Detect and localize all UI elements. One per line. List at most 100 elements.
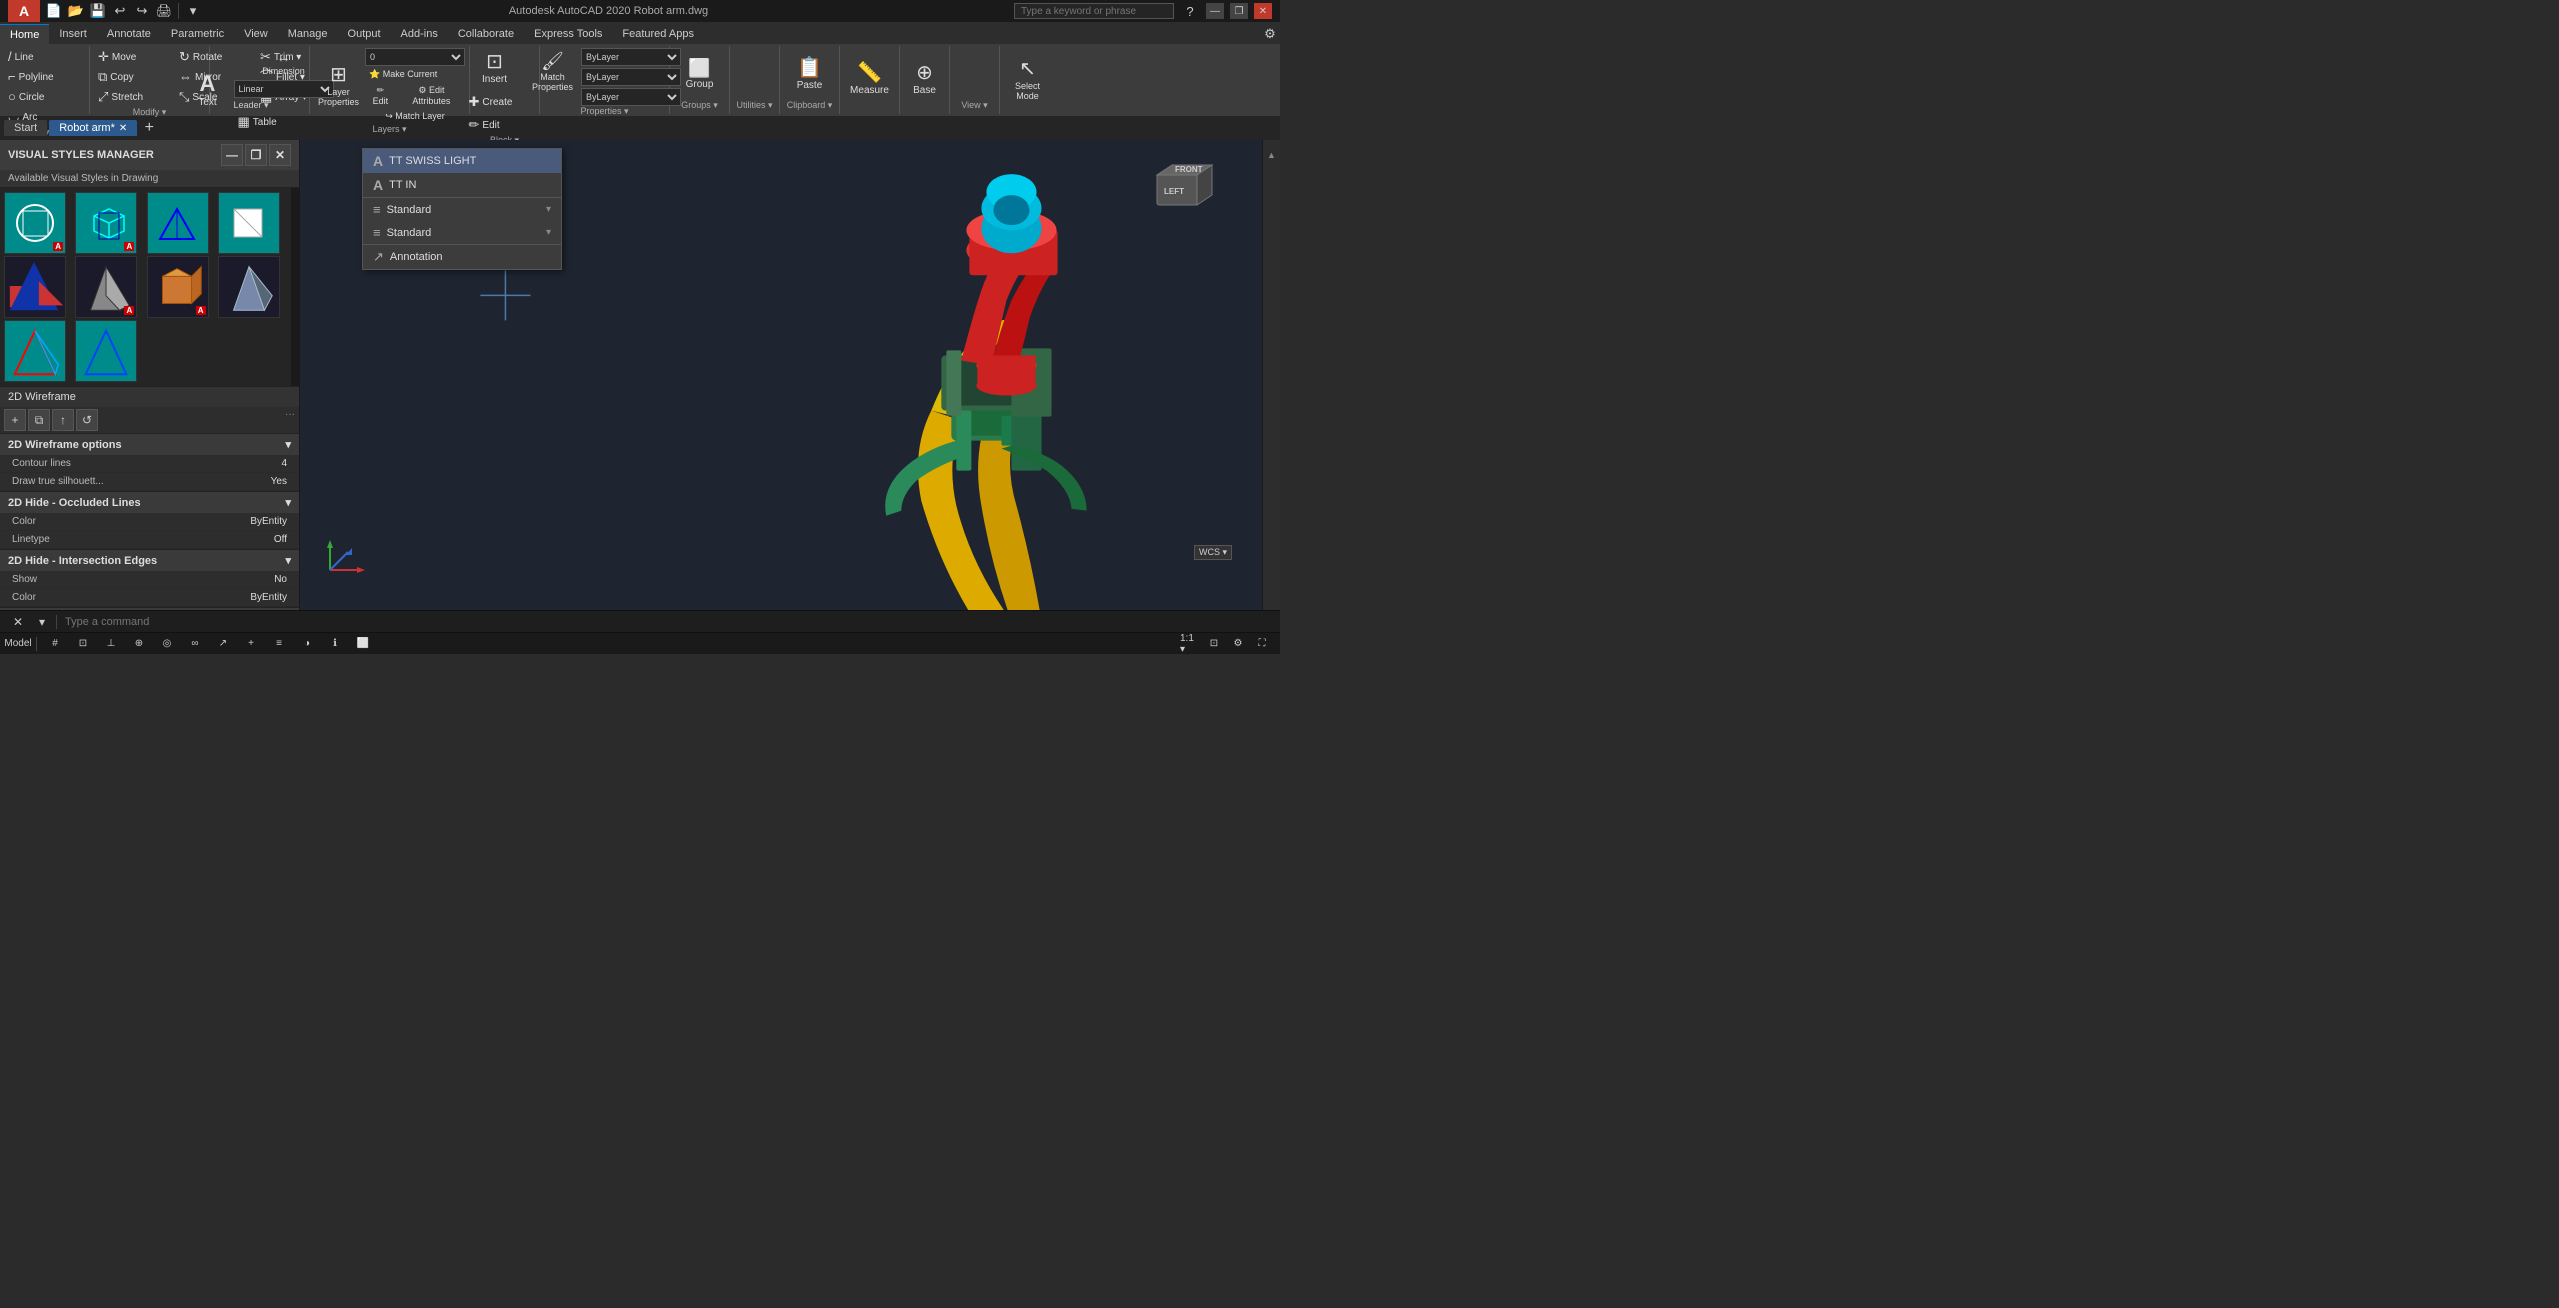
- match-properties-button[interactable]: 🖌 MatchProperties: [528, 48, 577, 96]
- close-tab-icon[interactable]: ✕: [119, 123, 127, 134]
- plot-button[interactable]: 🖨: [154, 1, 174, 21]
- dropdown-item-standard1[interactable]: ≡ Standard ▾: [363, 198, 561, 221]
- command-input[interactable]: [61, 612, 1272, 632]
- dynmode-button[interactable]: +: [241, 634, 261, 654]
- tab-robotarm[interactable]: Robot arm* ✕: [49, 120, 137, 136]
- customization-button[interactable]: ▾: [183, 1, 203, 21]
- vsm-cell-gray[interactable]: A: [147, 256, 209, 318]
- move-button[interactable]: ✛Move: [94, 48, 174, 67]
- layer-properties-button[interactable]: ⊞ LayerProperties: [314, 61, 363, 111]
- vsm-duplicate-btn[interactable]: ⧉: [28, 409, 50, 431]
- workspace-button[interactable]: ⚙: [1260, 24, 1280, 44]
- selection-button[interactable]: ⬜: [353, 634, 373, 654]
- tab-start[interactable]: Start: [4, 120, 47, 136]
- viewport-scale-button[interactable]: ⊡: [1204, 634, 1224, 654]
- tab-annotate[interactable]: Annotate: [97, 24, 161, 44]
- tab-addins[interactable]: Add-ins: [391, 24, 448, 44]
- section-header-4[interactable]: 2D Hide - Miscellaneous ▾: [0, 608, 299, 610]
- wcs-badge[interactable]: WCS ▾: [1194, 545, 1232, 560]
- tab-collaborate[interactable]: Collaborate: [448, 24, 524, 44]
- vsm-cell-shaded-edges[interactable]: A: [75, 256, 137, 318]
- color-select[interactable]: ByLayer: [581, 48, 681, 66]
- match-layer-button[interactable]: ↪ Match Layer: [365, 109, 465, 124]
- circle-button[interactable]: ○Circle: [4, 88, 84, 107]
- help-button[interactable]: ?: [1180, 1, 1200, 21]
- save-button[interactable]: 💾: [88, 1, 108, 21]
- vsm-cell-3dwireframe[interactable]: A: [75, 192, 137, 254]
- restore-button[interactable]: ❐: [1230, 3, 1248, 19]
- polyline-button[interactable]: ⌐Polyline: [4, 68, 84, 87]
- vsm-export-btn[interactable]: ↑: [52, 409, 74, 431]
- insert-button[interactable]: ⊡ Insert: [465, 48, 525, 89]
- tab-insert[interactable]: Insert: [49, 24, 97, 44]
- dropdown-item-annotation[interactable]: ↗ Annotation: [363, 245, 561, 269]
- undo-button[interactable]: ↩: [110, 1, 130, 21]
- fullscreen-button[interactable]: ⛶: [1252, 634, 1272, 654]
- dropdown-item-ttswiss[interactable]: A TT SWISS LIGHT: [363, 149, 561, 173]
- vsm-cell-realistic[interactable]: [75, 320, 137, 382]
- redo-button[interactable]: ↪: [132, 1, 152, 21]
- vsm-cell-2dwireframe[interactable]: A: [4, 192, 66, 254]
- new-button[interactable]: 📄: [44, 1, 64, 21]
- minimize-button[interactable]: —: [1206, 3, 1224, 19]
- polar-button[interactable]: ⊕: [129, 634, 149, 654]
- vsm-create-btn[interactable]: +: [4, 409, 26, 431]
- section-header-2[interactable]: 2D Hide - Occluded Lines ▾: [0, 492, 299, 513]
- vsm-restore-button[interactable]: ❐: [245, 144, 267, 166]
- viewcube[interactable]: LEFT FRONT: [1152, 160, 1232, 220]
- base-button[interactable]: ⊕ Base: [903, 59, 947, 100]
- make-current-button[interactable]: ⭐ Make Current: [365, 67, 441, 82]
- annotation-scale-button[interactable]: 1:1 ▾: [1180, 634, 1200, 654]
- edit-attributes-button[interactable]: ⚙ Edit Attributes: [398, 83, 465, 108]
- layer-select[interactable]: 0: [365, 48, 465, 66]
- new-tab-button[interactable]: +: [139, 118, 159, 138]
- search-input[interactable]: [1014, 3, 1174, 19]
- text-button[interactable]: A Text: [186, 69, 230, 112]
- ws-toggle-button[interactable]: ⚙: [1228, 634, 1248, 654]
- vsm-cell-shaded[interactable]: [4, 256, 66, 318]
- tab-output[interactable]: Output: [338, 24, 391, 44]
- tab-parametric[interactable]: Parametric: [161, 24, 234, 44]
- dropdown-item-standard2[interactable]: ≡ Standard ▾: [363, 221, 561, 244]
- close-button[interactable]: ✕: [1254, 3, 1272, 19]
- group-button[interactable]: ⬜ Group: [678, 55, 722, 94]
- dropdown-item-ttin[interactable]: A TT IN: [363, 173, 561, 197]
- lineweight-button[interactable]: ≡: [269, 634, 289, 654]
- line-button[interactable]: /Line: [4, 48, 84, 67]
- vsm-refresh-btn[interactable]: ↺: [76, 409, 98, 431]
- vsm-cell-3dhidden[interactable]: [147, 192, 209, 254]
- select-mode-button[interactable]: ↖ SelectMode: [1006, 55, 1050, 105]
- ducs-button[interactable]: ↗: [213, 634, 233, 654]
- otrack-button[interactable]: ∞: [185, 634, 205, 654]
- vsm-cell-conceptual[interactable]: [218, 192, 280, 254]
- stretch-button[interactable]: ⤢Stretch: [94, 88, 174, 107]
- tab-express[interactable]: Express Tools: [524, 24, 612, 44]
- vsm-cell-xray[interactable]: [4, 320, 66, 382]
- snap-button[interactable]: ⊡: [73, 634, 93, 654]
- model-space-button[interactable]: Model: [8, 634, 28, 654]
- vsm-close-button[interactable]: ✕: [269, 144, 291, 166]
- vsm-minimize-button[interactable]: —: [221, 144, 243, 166]
- edit-block-button[interactable]: ✏Edit: [465, 116, 545, 135]
- grid-button[interactable]: #: [45, 634, 65, 654]
- tab-home[interactable]: Home: [0, 24, 49, 44]
- copy-button[interactable]: ⧉Copy: [94, 68, 174, 87]
- paste-button[interactable]: 📋 Paste: [788, 54, 832, 95]
- measure-button[interactable]: 📏 Measure: [846, 59, 893, 100]
- tab-view[interactable]: View: [234, 24, 278, 44]
- vsm-cell-sketchy[interactable]: [218, 256, 280, 318]
- section-header-3[interactable]: 2D Hide - Intersection Edges ▾: [0, 550, 299, 571]
- section-header-1[interactable]: 2D Wireframe options ▾: [0, 434, 299, 455]
- transparency-button[interactable]: ◑: [297, 634, 317, 654]
- canvas-area[interactable]: A TT SWISS LIGHT A TT IN ≡ Standard ▾ ≡ …: [300, 140, 1262, 610]
- open-button[interactable]: 📂: [66, 1, 86, 21]
- lineweight-select[interactable]: ByLayer: [581, 88, 681, 106]
- clear-command-button[interactable]: ✕: [8, 612, 28, 632]
- edit-button[interactable]: ✏ Edit: [365, 83, 396, 108]
- vsm-scrollbar[interactable]: [291, 188, 299, 386]
- linetype-select[interactable]: ByLayer: [581, 68, 681, 86]
- app-button[interactable]: A: [8, 0, 40, 22]
- quickprop-button[interactable]: ℹ: [325, 634, 345, 654]
- vsm-more[interactable]: ···: [285, 409, 295, 431]
- ortho-button[interactable]: ⊥: [101, 634, 121, 654]
